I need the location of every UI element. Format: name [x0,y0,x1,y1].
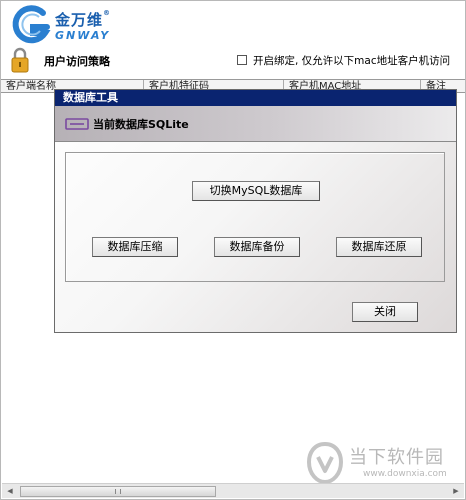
current-db-banner: 当前数据库SQLite [55,106,456,142]
db-compress-button[interactable]: 数据库压缩 [92,237,178,257]
switch-mysql-button[interactable]: 切换MySQL数据库 [192,181,320,201]
horizontal-scrollbar[interactable]: ◀ ▶ [2,483,464,498]
bind-mac-label[interactable]: 开启绑定, 仅允许以下mac地址客户机访问 [253,53,450,68]
db-backup-button[interactable]: 数据库备份 [214,237,300,257]
watermark-url: www.downxia.com [363,469,447,479]
policy-bar: 用户访问策略 开启绑定, 仅允许以下mac地址客户机访问 [1,45,465,79]
scroll-right-icon[interactable]: ▶ [449,485,463,498]
current-db-label: 当前数据库SQLite [93,118,189,131]
watermark: 当下软件园 www.downxia.com [301,441,461,485]
gnway-logo-icon [12,5,51,44]
scrollbar-thumb[interactable] [20,486,216,497]
db-restore-button[interactable]: 数据库还原 [336,237,422,257]
policy-title: 用户访问策略 [44,55,110,68]
database-tool-dialog: 数据库工具 当前数据库SQLite 切换MySQL数据库 数据库压缩 数据库备份… [54,89,457,333]
database-icon [65,118,89,130]
scrollbar-grip-icon [115,489,121,494]
scroll-left-icon[interactable]: ◀ [3,485,17,498]
logo-english-text: GNWAY [55,29,111,42]
app-logo: 金万维® GNWAY [9,5,149,45]
bind-mac-checkbox[interactable] [237,55,247,65]
close-button[interactable]: 关闭 [352,302,418,322]
lock-icon [11,47,29,73]
downxia-logo-icon [306,441,344,485]
logo-chinese-text: 金万维® [55,9,112,29]
dialog-title[interactable]: 数据库工具 [55,90,456,106]
db-actions-group: 切换MySQL数据库 数据库压缩 数据库备份 数据库还原 [65,152,445,282]
main-window: 金万维® GNWAY 用户访问策略 开启绑定, 仅允许以下mac地址客户机访问 … [0,0,466,500]
watermark-chinese-text: 当下软件园 [349,447,444,468]
